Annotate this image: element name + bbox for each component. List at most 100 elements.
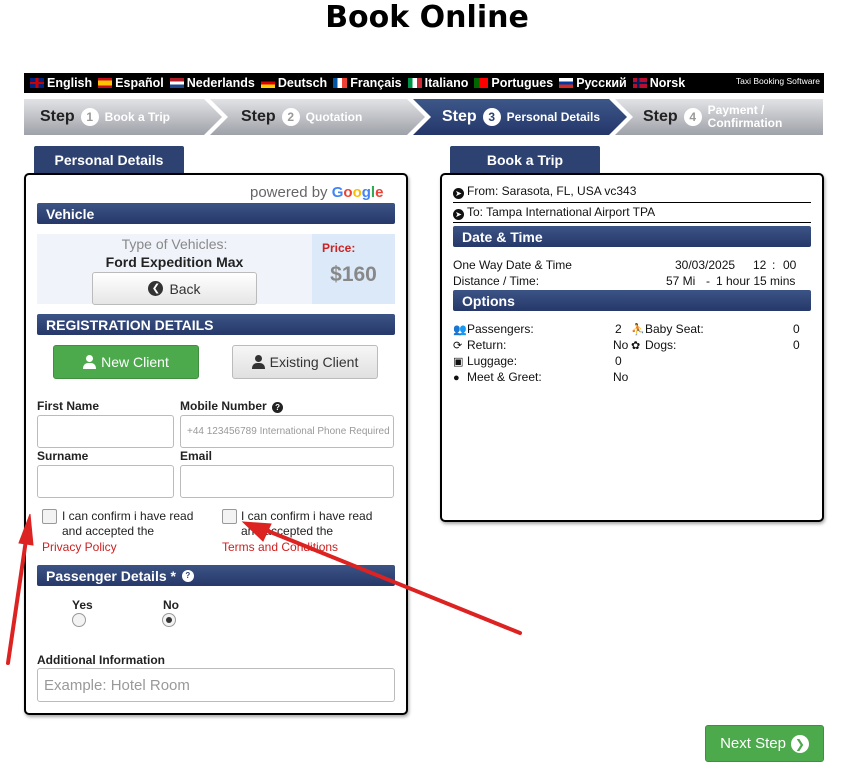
suitcase-icon: ▣ (453, 356, 464, 368)
terms-conditions-link[interactable]: Terms and Conditions (222, 540, 338, 554)
language-russian[interactable]: Русский (559, 76, 627, 90)
back-button[interactable]: ❮ Back (92, 272, 257, 305)
step-word: Step (40, 108, 75, 125)
language-norsk[interactable]: Norsk (632, 76, 686, 90)
options-header: Options (453, 290, 811, 311)
passenger-details-header: Passenger Details * ? (37, 565, 395, 586)
passenger-yes-radio[interactable] (72, 613, 86, 627)
refresh-icon: ⟳ (453, 340, 463, 352)
existing-client-label: Existing Client (269, 354, 359, 370)
ru-flag-icon (559, 78, 574, 88)
users-icon: 👥 (453, 324, 467, 336)
step-2[interactable]: Step 2 Quotation (241, 99, 362, 135)
dogs-label: Dogs: (645, 338, 677, 352)
passengers-value: 2 (615, 322, 622, 336)
language-portugues[interactable]: Portugues (474, 76, 553, 90)
language-label: Español (115, 76, 164, 90)
price-value: $160 (330, 263, 377, 286)
powered-prefix: powered by (250, 184, 328, 201)
divider (453, 222, 811, 223)
vehicle-type-value: Ford Expedition Max (105, 254, 244, 270)
step-1[interactable]: Step 1 Book a Trip (40, 99, 170, 135)
language-label: Norsk (649, 76, 686, 90)
language-espanol[interactable]: Español (98, 76, 164, 90)
baby-seat-label: Baby Seat: (645, 322, 704, 336)
meet-greet-label: Meet & Greet: (467, 370, 542, 384)
no-label: No (163, 598, 179, 612)
additional-info-input[interactable] (37, 668, 395, 702)
price-label: Price: (322, 241, 356, 255)
back-label: Back (169, 280, 201, 297)
no-flag-icon (632, 78, 647, 88)
step-number: 3 (482, 108, 501, 126)
privacy-policy-text: I can confirm i have read and accepted th… (62, 509, 193, 539)
language-nederlands[interactable]: Nederlands (169, 76, 255, 90)
tab-personal-details[interactable]: Personal Details (34, 146, 184, 174)
arrow-right-icon: ➤ (453, 209, 464, 220)
powered-by-google: powered by Google (250, 184, 383, 201)
luggage-value: 0 (615, 354, 622, 368)
language-italiano[interactable]: Italiano (407, 76, 469, 90)
existing-client-button[interactable]: Existing Client (232, 345, 378, 379)
language-label: Français (350, 76, 402, 90)
time-separator: : (772, 258, 776, 272)
step-label: Personal Details (506, 109, 601, 124)
language-francais[interactable]: Français (333, 76, 402, 90)
es-flag-icon (98, 78, 113, 88)
help-icon[interactable]: ? (181, 569, 194, 582)
tab-book-a-trip[interactable]: Book a Trip (450, 146, 600, 174)
distance-value: 57 Mi (666, 274, 696, 288)
privacy-policy-link[interactable]: Privacy Policy (42, 540, 117, 554)
step-word: Step (643, 108, 678, 125)
language-label: Italiano (424, 76, 469, 90)
privacy-policy-checkbox[interactable] (42, 509, 57, 524)
step-number: 4 (683, 108, 702, 126)
from-row: ➤ From: Sarasota, FL, USA vc343 (453, 184, 636, 199)
surname-input[interactable] (37, 465, 174, 498)
new-client-button[interactable]: New Client (53, 345, 199, 379)
additional-info-label: Additional Information (37, 653, 165, 667)
first-name-label: First Name (37, 399, 100, 413)
dogs-value: 0 (793, 338, 800, 352)
passenger-no-radio[interactable] (162, 613, 176, 627)
next-step-label: Next Step (720, 735, 786, 752)
terms-text: I can confirm i have read and accepted th… (241, 509, 372, 539)
help-icon[interactable]: ? (272, 402, 284, 413)
step-label: Payment / Confirmation (708, 104, 783, 130)
passengers-row: 👥Passengers: (453, 322, 534, 336)
language-bar: English Español Nederlands Deutsch Franç… (24, 73, 824, 93)
return-label: Return: (467, 338, 507, 352)
date-time-header: Date & Time (453, 226, 811, 247)
from-text: From: Sarasota, FL, USA vc343 (467, 184, 637, 198)
nl-flag-icon (169, 78, 184, 88)
first-name-input[interactable] (37, 415, 174, 448)
pt-flag-icon (474, 78, 489, 88)
language-label: Nederlands (186, 76, 255, 90)
chevron-right-icon: ❯ (790, 734, 809, 753)
passengers-label: Passengers: (467, 322, 534, 336)
dogs-row: ✿ Dogs: (631, 338, 676, 352)
luggage-row: ▣ Luggage: (453, 354, 517, 368)
meet-greet-value: No (613, 370, 629, 384)
language-english[interactable]: English (30, 76, 92, 90)
passenger-header-label: Passenger Details * (46, 567, 176, 584)
minute-value: 00 (783, 258, 797, 272)
distance-separator: - (706, 274, 710, 288)
to-row: ➤ To: Tampa International Airport TPA (453, 205, 655, 220)
email-input[interactable] (180, 465, 394, 498)
next-step-button[interactable]: Next Step ❯ (705, 725, 824, 762)
language-deutsch[interactable]: Deutsch (260, 76, 327, 90)
date-label: One Way Date & Time (453, 258, 572, 272)
hour-value: 12 (753, 258, 767, 272)
terms-checkbox[interactable] (222, 509, 237, 524)
booking-page: Book Online English Español Nederlands D… (0, 0, 854, 777)
return-row: ⟳ Return: (453, 338, 506, 352)
step-4[interactable]: Step 4 Payment / Confirmation (643, 99, 782, 135)
step-3[interactable]: Step 3 Personal Details (442, 99, 600, 135)
distance-label: Distance / Time: (453, 274, 540, 288)
baby-seat-row: ⛹Baby Seat: (631, 322, 704, 336)
privacy-text-line1: I can confirm i have read (62, 509, 194, 523)
page-title: Book Online (325, 0, 529, 35)
mobile-number-input[interactable] (180, 415, 394, 448)
step-number: 1 (80, 108, 99, 126)
